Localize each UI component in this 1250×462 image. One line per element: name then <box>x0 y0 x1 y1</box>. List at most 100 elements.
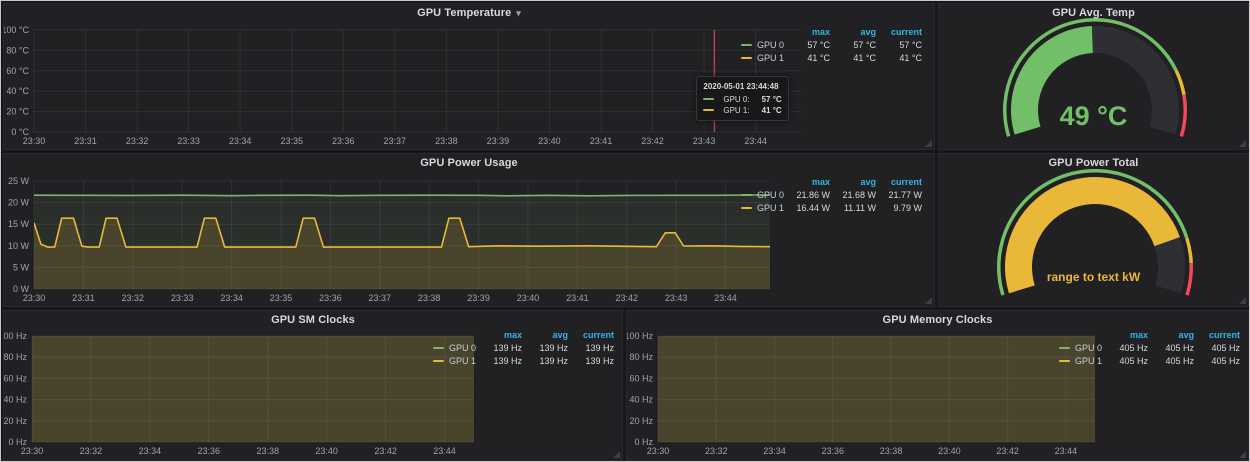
x-axis-tick-label: 23:44 <box>433 446 456 456</box>
x-axis-tick-label: 23:38 <box>256 446 279 456</box>
gauge-value-text: 49 °C <box>939 101 1248 132</box>
legend-series-toggle[interactable]: GPU 1 <box>741 52 784 64</box>
legend-series-toggle[interactable]: GPU 0 <box>1059 342 1102 354</box>
legend-value: 57 °C <box>794 39 830 51</box>
tooltip-series-row: GPU 1:41 °C <box>703 105 781 116</box>
x-axis-tick-label: 23:32 <box>122 293 145 303</box>
panel-resize-handle[interactable] <box>1239 451 1246 458</box>
x-axis-tick-label: 23:40 <box>538 136 561 146</box>
panel-resize-handle[interactable] <box>925 140 932 147</box>
legend-column-header[interactable]: max <box>794 176 830 188</box>
legend-series-toggle[interactable]: GPU 0 <box>741 39 784 51</box>
x-axis-tick-label: 23:41 <box>590 136 613 146</box>
legend-column-header[interactable]: avg <box>532 329 568 341</box>
series-color-dash <box>741 207 752 209</box>
legend-column-header[interactable]: avg <box>840 176 876 188</box>
legend-value: 11.11 W <box>840 202 876 214</box>
x-axis-tick-label: 23:43 <box>693 136 716 146</box>
series-color-dash <box>433 360 444 362</box>
y-axis-tick-label: 40 Hz <box>4 395 27 405</box>
panel-title-gpu-sm-clocks[interactable]: GPU SM Clocks <box>4 314 622 326</box>
legend-value: 405 Hz <box>1158 342 1194 354</box>
y-axis-tick-label: 10 W <box>8 241 30 251</box>
panel-title-gpu-memory-clocks[interactable]: GPU Memory Clocks <box>627 314 1248 326</box>
legend-series-toggle[interactable]: GPU 1 <box>741 202 784 214</box>
y-axis-tick-label: 20 °C <box>6 107 29 117</box>
x-axis-tick-label: 23:42 <box>615 293 638 303</box>
series-color-dash <box>703 98 714 100</box>
panel-title-gpu-power-total[interactable]: GPU Power Total <box>939 157 1248 169</box>
series-fill <box>658 311 1095 442</box>
panel-resize-handle[interactable] <box>1239 140 1246 147</box>
panel-resize-handle[interactable] <box>613 451 620 458</box>
chevron-down-icon: ▾ <box>516 8 521 18</box>
tooltip-series-name: GPU 1: <box>723 105 749 116</box>
y-axis-tick-label: 15 W <box>8 219 30 229</box>
panel-title-text: GPU Power Total <box>1049 157 1139 169</box>
panel-gpu-memory-clocks: GPU Memory Clocks 100 Hz80 Hz60 Hz40 Hz2… <box>626 310 1249 461</box>
legend-gpu-temperature: maxavgcurrentGPU 057 °C57 °C57 °CGPU 141… <box>741 26 922 64</box>
legend-column-header[interactable]: current <box>886 26 922 38</box>
tooltip-series-name: GPU 0: <box>723 94 749 105</box>
gauge-gpu-avg-temp: 49 °C <box>939 17 1248 149</box>
legend-series-toggle[interactable]: GPU 1 <box>433 355 476 367</box>
legend-value: 41 °C <box>840 52 876 64</box>
legend-column-header[interactable]: max <box>794 26 830 38</box>
legend-series-toggle[interactable]: GPU 1 <box>1059 355 1102 367</box>
gauge-value-text: range to text kW <box>939 270 1248 284</box>
y-axis-tick-label: 80 °C <box>6 45 29 55</box>
x-axis-tick-label: 23:30 <box>23 136 46 146</box>
x-axis-tick-label: 23:40 <box>517 293 540 303</box>
panel-title-text: GPU SM Clocks <box>271 314 355 326</box>
legend-value: 139 Hz <box>486 355 522 367</box>
panel-title-gpu-avg-temp[interactable]: GPU Avg. Temp <box>939 7 1248 19</box>
x-axis-tick-label: 23:38 <box>880 446 903 456</box>
legend-column-header[interactable]: avg <box>1158 329 1194 341</box>
y-axis-tick-label: 20 Hz <box>629 416 653 426</box>
series-color-dash <box>1059 347 1070 349</box>
legend-value: 9.79 W <box>886 202 922 214</box>
panel-title-text: GPU Temperature <box>417 7 511 19</box>
legend-value: 41 °C <box>794 52 830 64</box>
y-axis-tick-label: 80 Hz <box>629 352 653 362</box>
series-line <box>34 195 770 196</box>
y-axis-tick-label: 20 Hz <box>4 416 27 426</box>
y-axis-tick-label: 60 °C <box>6 66 29 76</box>
y-axis-tick-label: 20 W <box>8 198 30 208</box>
legend-column-header[interactable]: current <box>1204 329 1240 341</box>
legend-column-header[interactable]: current <box>578 329 614 341</box>
chart-tooltip: 2020-05-01 23:44:48 GPU 0:57 °CGPU 1:41 … <box>696 76 788 121</box>
panel-gpu-avg-temp: GPU Avg. Temp 49 °C <box>938 3 1249 150</box>
panel-resize-handle[interactable] <box>925 297 932 304</box>
legend-column-header[interactable]: current <box>886 176 922 188</box>
panel-gpu-sm-clocks: GPU SM Clocks 100 Hz80 Hz60 Hz40 Hz20 Hz… <box>3 310 623 461</box>
y-axis-tick-label: 60 Hz <box>629 373 653 383</box>
y-axis-tick-label: 5 W <box>13 262 30 272</box>
panel-gpu-power-total: GPU Power Total range to text kW <box>938 153 1249 307</box>
x-axis-tick-label: 23:32 <box>80 446 103 456</box>
legend-series-toggle[interactable]: GPU 0 <box>433 342 476 354</box>
y-axis-tick-label: 80 Hz <box>4 352 27 362</box>
legend-series-toggle[interactable]: GPU 0 <box>741 189 784 201</box>
x-axis-tick-label: 23:44 <box>744 136 767 146</box>
panel-title-text: GPU Memory Clocks <box>883 314 993 326</box>
legend-gpu-power-usage: maxavgcurrentGPU 021.86 W21.68 W21.77 WG… <box>741 176 922 214</box>
x-axis-tick-label: 23:37 <box>369 293 392 303</box>
legend-value: 21.77 W <box>886 189 922 201</box>
legend-value: 139 Hz <box>486 342 522 354</box>
x-axis-tick-label: 23:44 <box>714 293 737 303</box>
x-axis-tick-label: 23:36 <box>822 446 845 456</box>
x-axis-tick-label: 23:37 <box>384 136 407 146</box>
panel-resize-handle[interactable] <box>1239 297 1246 304</box>
x-axis-tick-label: 23:31 <box>72 293 95 303</box>
legend-column-header[interactable]: avg <box>840 26 876 38</box>
x-axis-tick-label: 23:39 <box>467 293 490 303</box>
x-axis-tick-label: 23:31 <box>74 136 97 146</box>
x-axis-tick-label: 23:34 <box>139 446 162 456</box>
legend-column-header[interactable]: max <box>1112 329 1148 341</box>
panel-title-gpu-temperature[interactable]: GPU Temperature ▾ <box>4 7 934 19</box>
legend-value: 21.86 W <box>794 189 830 201</box>
y-axis-tick-label: 40 Hz <box>629 395 653 405</box>
panel-title-gpu-power-usage[interactable]: GPU Power Usage <box>4 157 934 169</box>
legend-column-header[interactable]: max <box>486 329 522 341</box>
